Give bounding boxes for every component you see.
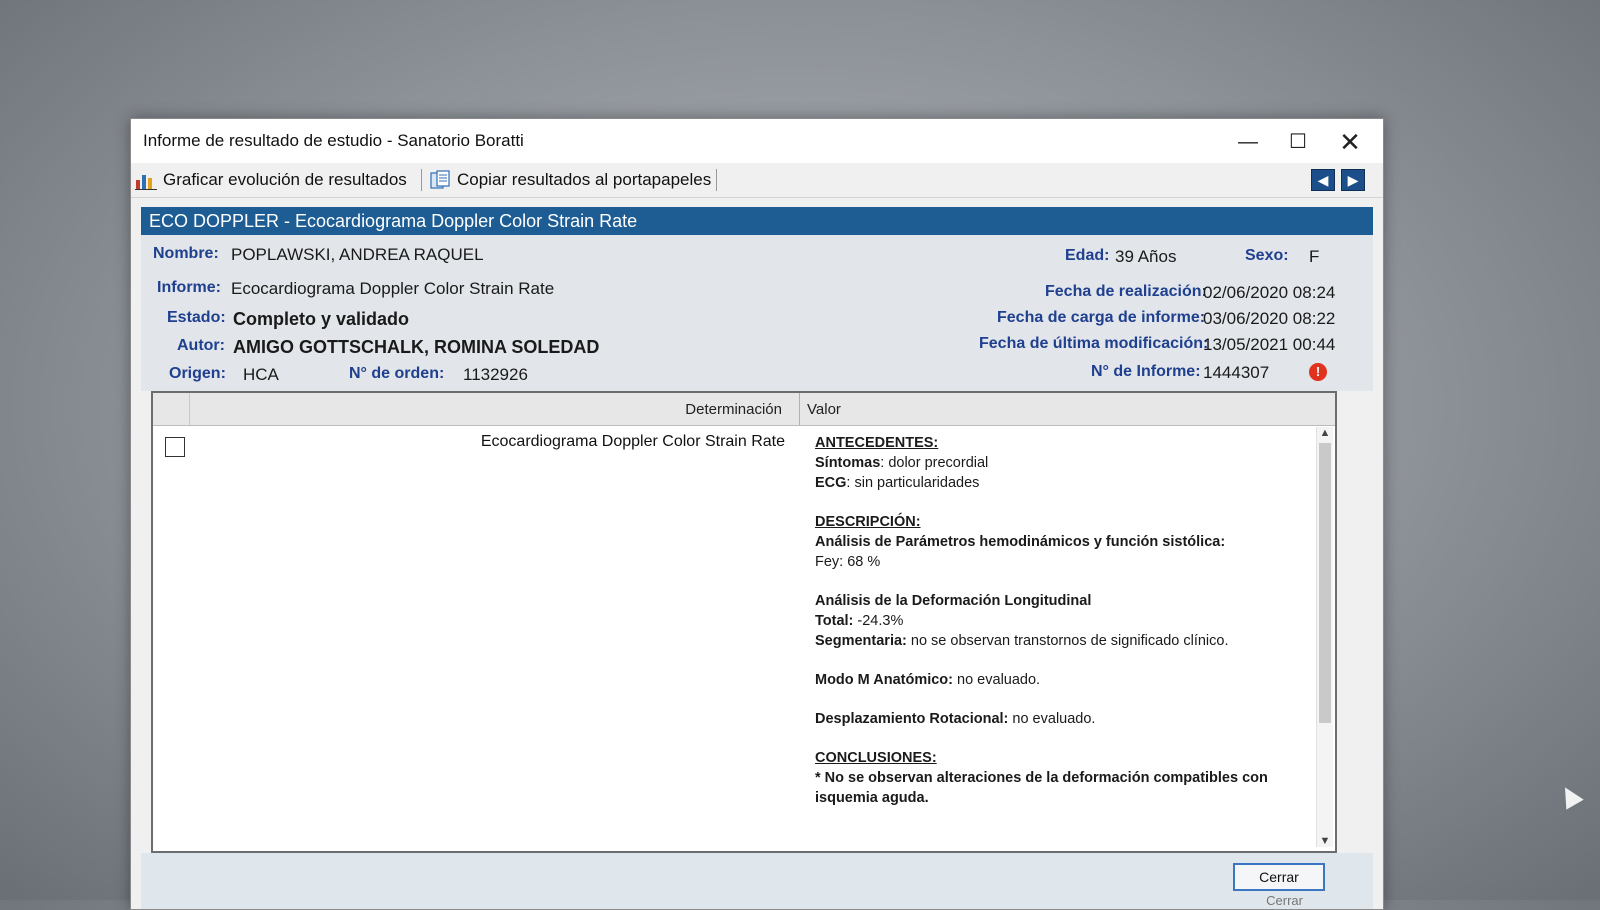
study-header: ECO DOPPLER - Ecocardiograma Doppler Col…	[141, 207, 1373, 235]
desplazamiento-label: Desplazamiento Rotacional:	[815, 711, 1009, 727]
maximize-button[interactable]: ☐	[1273, 125, 1323, 159]
graph-evolution-button[interactable]: Graficar evolución de resultados	[135, 167, 407, 193]
column-header-determinacion[interactable]: Determinación	[685, 401, 782, 418]
column-header-valor[interactable]: Valor	[807, 401, 841, 418]
patient-info-panel: Nombre: POPLAWSKI, ANDREA RAQUEL Edad: 3…	[141, 235, 1373, 391]
report-author: AMIGO GOTTSCHALK, ROMINA SOLEDAD	[233, 337, 600, 357]
row-checkbox[interactable]	[165, 437, 185, 457]
modo-m-label: Modo M Anatómico:	[815, 672, 953, 688]
segmentaria-line: Segmentaria: no se observan transtornos …	[815, 631, 1305, 651]
scroll-down-icon[interactable]: ▼	[1317, 835, 1333, 847]
chart-icon	[135, 170, 157, 190]
sintomas-value: : dolor precordial	[880, 455, 989, 471]
conclusiones-heading: CONCLUSIONES:	[815, 750, 937, 766]
nro-informe-label: N° de Informe:	[1091, 363, 1201, 380]
fecha-carga-value: 03/06/2020 08:22	[1203, 309, 1336, 328]
report-type: Ecocardiograma Doppler Color Strain Rate	[231, 279, 555, 298]
cerrar-button[interactable]: Cerrar	[1233, 863, 1325, 891]
desplazamiento-value: no evaluado.	[1008, 711, 1096, 727]
select-all-cell[interactable]	[153, 393, 190, 425]
estado-label: Estado:	[167, 309, 226, 326]
total-line: Total: -24.3%	[815, 611, 1305, 631]
segmentaria-label: Segmentaria:	[815, 633, 907, 649]
report-window: Informe de resultado de estudio - Sanato…	[130, 118, 1384, 910]
patient-age: 39 Años	[1115, 247, 1177, 266]
footer-bar: Cerrar Cerrar	[141, 853, 1373, 909]
alert-icon[interactable]: !	[1309, 363, 1327, 381]
total-value: -24.3%	[853, 613, 904, 629]
scroll-up-icon[interactable]: ▲	[1317, 427, 1333, 439]
ecg-value: : sin particularidades	[846, 475, 980, 491]
fecha-realizacion-label: Fecha de realización:	[1045, 283, 1207, 300]
toolbar-divider	[716, 169, 717, 191]
background-cerrar-button: Cerrar	[1266, 893, 1303, 908]
fecha-carga-label: Fecha de carga de informe:	[997, 309, 1206, 326]
patient-sex: F	[1309, 247, 1320, 266]
fey-value: Fey: 68 %	[815, 554, 881, 570]
grid-header: Determinación Valor	[153, 393, 1335, 426]
copy-clipboard-button[interactable]: Copiar resultados al portapapeles	[429, 167, 711, 193]
next-arrow-icon[interactable]: ▶	[1341, 169, 1365, 191]
graph-evolution-label: Graficar evolución de resultados	[163, 170, 407, 189]
title-bar[interactable]: Informe de resultado de estudio - Sanato…	[131, 119, 1383, 163]
close-window-button[interactable]: ✕	[1325, 125, 1375, 159]
fecha-realizacion-value: 02/06/2020 08:24	[1203, 283, 1336, 302]
valor-cell: ANTECEDENTES: Síntomas: dolor precordial…	[815, 433, 1305, 808]
modo-m-value: no evaluado.	[953, 672, 1041, 688]
determinacion-cell: Ecocardiograma Doppler Color Strain Rate	[480, 433, 785, 450]
toolbar-divider	[421, 169, 422, 191]
previous-arrow-icon[interactable]: ◀	[1311, 169, 1335, 191]
report-number: 1444307	[1203, 363, 1270, 382]
antecedentes-heading: ANTECEDENTES:	[815, 435, 939, 451]
column-divider[interactable]	[799, 393, 800, 425]
ecg-line: ECG: sin particularidades	[815, 473, 1305, 493]
minimize-button[interactable]: —	[1223, 125, 1273, 159]
mouse-cursor-icon	[1556, 782, 1584, 810]
vertical-scrollbar[interactable]: ▲ ▼	[1316, 427, 1333, 847]
orden-label: N° de orden:	[349, 365, 445, 382]
analisis-deformacion: Análisis de la Deformación Longitudinal	[815, 593, 1092, 609]
toolbar: Graficar evolución de resultados Copiar …	[131, 163, 1383, 198]
descripcion-heading: DESCRIPCIÓN:	[815, 514, 921, 530]
origen-label: Origen:	[169, 365, 226, 382]
modo-m-line: Modo M Anatómico: no evaluado.	[815, 670, 1305, 690]
analisis-parametros: Análisis de Parámetros hemodinámicos y f…	[815, 534, 1226, 550]
origin-value: HCA	[243, 365, 279, 384]
segmentaria-value: no se observan transtornos de significad…	[906, 633, 1229, 649]
fecha-modificacion-label: Fecha de última modificación:	[979, 335, 1209, 352]
sexo-label: Sexo:	[1245, 247, 1289, 264]
results-grid: Determinación Valor Ecocardiograma Doppl…	[151, 391, 1337, 853]
desplazamiento-line: Desplazamiento Rotacional: no evaluado.	[815, 709, 1305, 729]
report-status: Completo y validado	[233, 309, 410, 329]
order-number: 1132926	[463, 365, 528, 384]
informe-label: Informe:	[157, 279, 221, 296]
scroll-thumb[interactable]	[1319, 443, 1331, 723]
nombre-label: Nombre:	[153, 245, 219, 262]
ecg-label: ECG	[815, 475, 847, 491]
fecha-modificacion-value: 13/05/2021 00:44	[1203, 335, 1336, 354]
sintomas-label: Síntomas	[815, 455, 881, 471]
clipboard-icon	[429, 170, 451, 190]
edad-label: Edad:	[1065, 247, 1110, 264]
window-title: Informe de resultado de estudio - Sanato…	[143, 131, 524, 150]
copy-clipboard-label: Copiar resultados al portapapeles	[457, 170, 712, 189]
patient-name: POPLAWSKI, ANDREA RAQUEL	[231, 245, 484, 264]
conclusion-text: * No se observan alteraciones de la defo…	[815, 770, 1268, 806]
sintomas-line: Síntomas: dolor precordial	[815, 453, 1305, 473]
total-label: Total:	[815, 613, 854, 629]
autor-label: Autor:	[177, 337, 225, 354]
